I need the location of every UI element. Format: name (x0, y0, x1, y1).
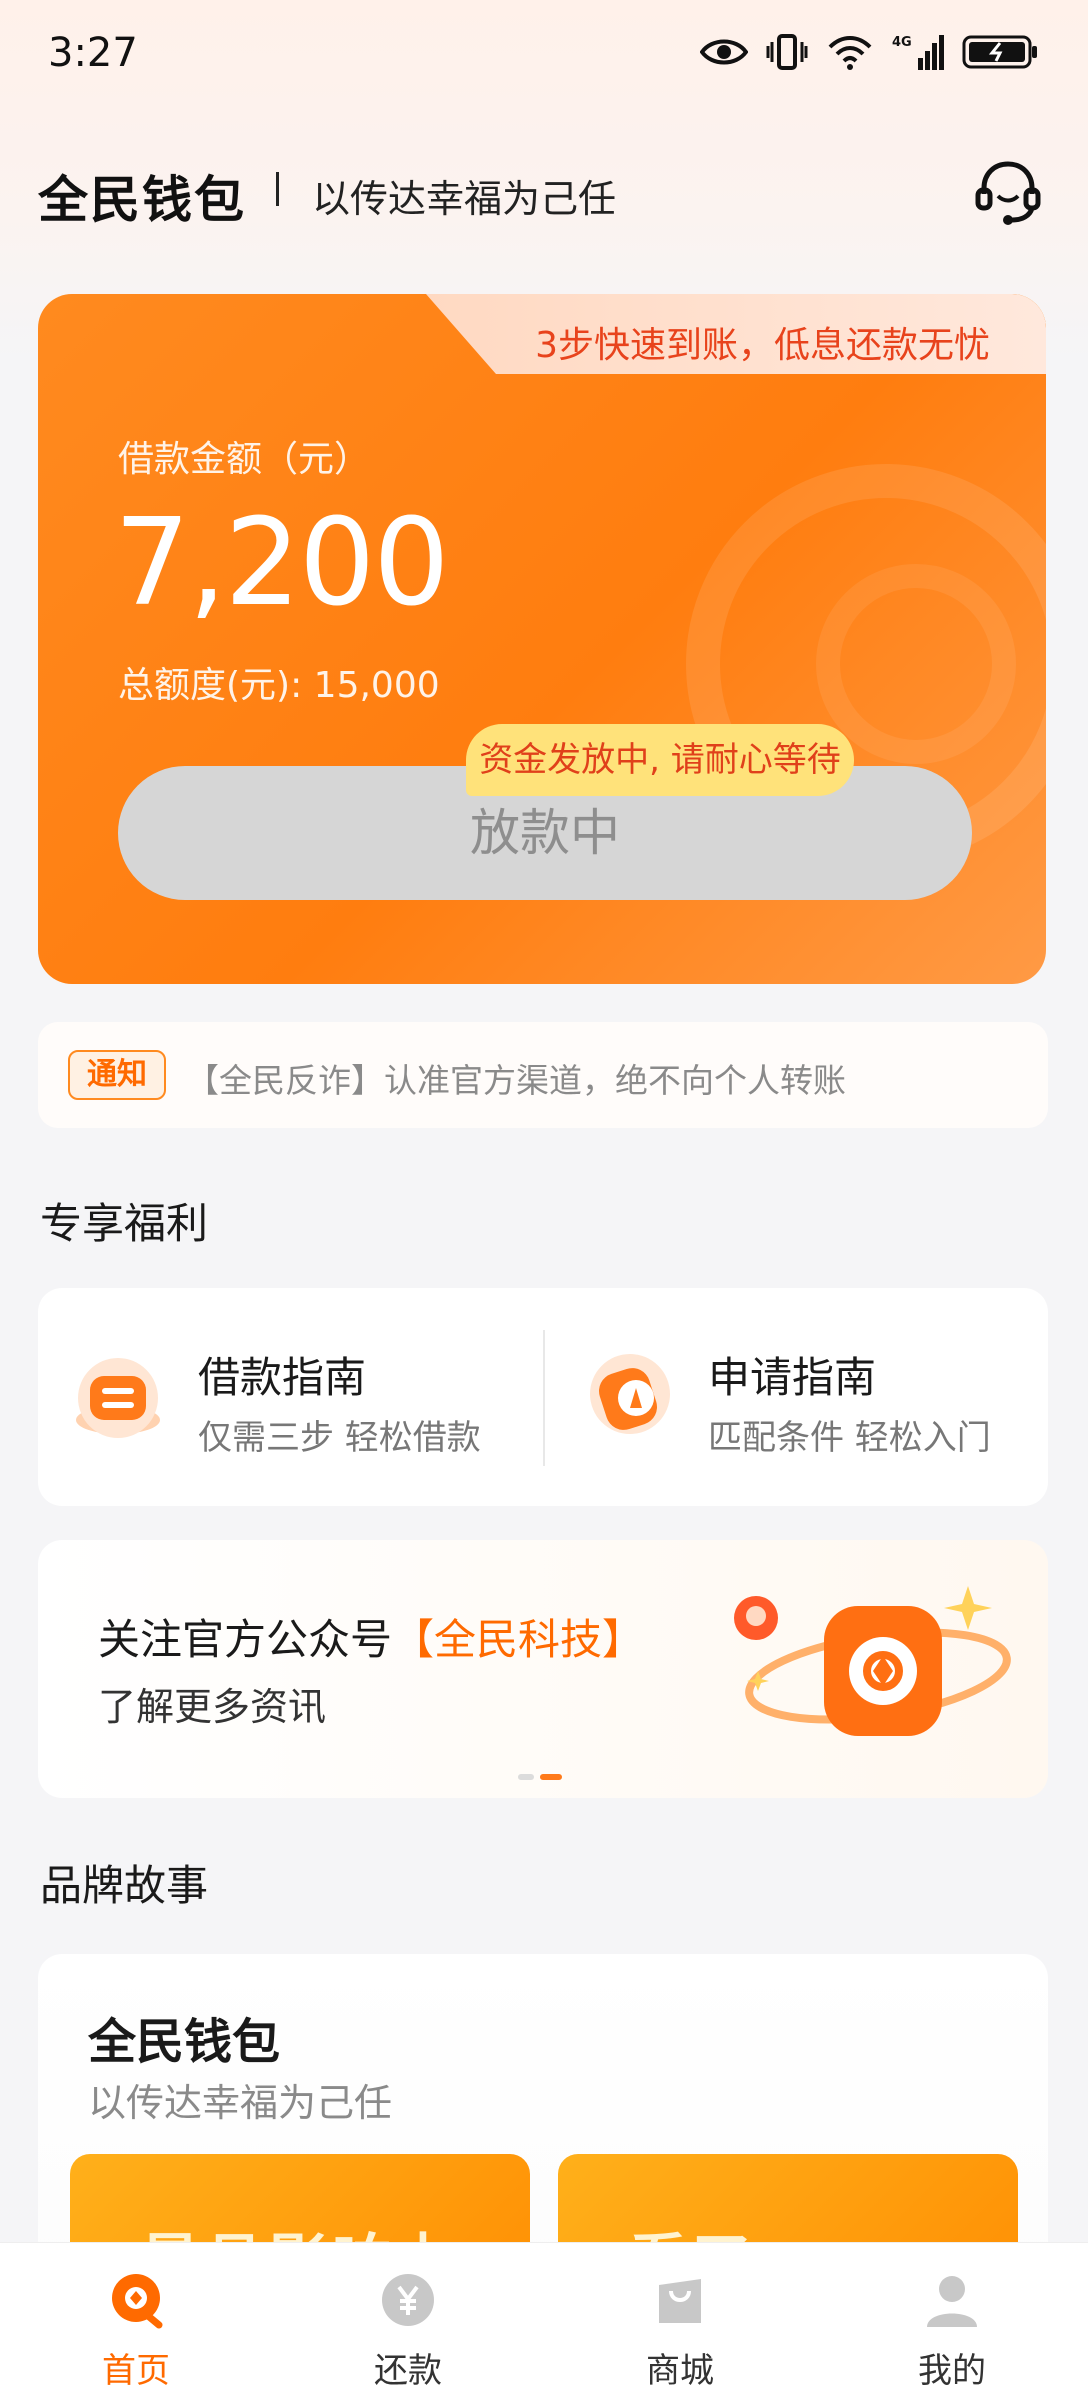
apply-guide-subtitle: 匹配条件 轻松入门 (708, 1418, 991, 1458)
banner-pagination (518, 1774, 562, 1780)
loan-guide-subtitle: 仅需三步 轻松借款 (198, 1418, 481, 1458)
shopping-bag-icon (651, 2271, 709, 2329)
pagination-dot (518, 1774, 534, 1780)
notice-bar[interactable]: 通知 【全民反诈】认准官方渠道，绝不向个人转账 (38, 1022, 1048, 1128)
signal-4g-icon: 4G (892, 30, 944, 74)
wifi-icon (826, 30, 874, 74)
status-icons: 4G (700, 30, 1038, 74)
loan-amount-label: 借款金额（元） (118, 439, 371, 480)
brand-slogan: 以传达幸福为己任 (312, 177, 617, 221)
home-q-icon (107, 2271, 165, 2329)
brand-story-title: 全民钱包 (88, 2014, 281, 2070)
brand-story-section-title: 品牌故事 (40, 1861, 209, 1910)
pagination-dot-active (540, 1774, 562, 1780)
loan-amount-value: 7,200 (114, 494, 450, 633)
coin-decoration-inner (816, 564, 1016, 764)
loan-card: 3步快速到账，低息还款无忧 借款金额（元） 7,200 总额度(元): 15,0… (38, 294, 1046, 984)
banner-title-highlight: 【全民科技】 (392, 1615, 645, 1664)
nav-repay[interactable]: 还款 (272, 2243, 544, 2400)
loan-guide-item[interactable]: 借款指南 仅需三步 轻松借款 (38, 1288, 538, 1506)
status-time: 3:27 (48, 30, 138, 76)
nav-home-label: 首页 (102, 2351, 170, 2391)
banner-subtitle: 了解更多资讯 (98, 1685, 327, 1729)
loan-guide-title: 借款指南 (198, 1353, 367, 1402)
battery-icon (962, 30, 1038, 74)
nav-mine[interactable]: 我的 (816, 2243, 1088, 2400)
card-promo-text: 3步快速到账，低息还款无忧 (535, 325, 990, 366)
headset-icon (972, 161, 1044, 232)
banner-title: 关注官方公众号【全民科技】 (98, 1606, 644, 1667)
benefits-section-title: 专享福利 (40, 1199, 209, 1248)
svg-text:4G: 4G (892, 35, 912, 50)
nav-home[interactable]: 首页 (0, 2243, 272, 2400)
loan-guide-icon (68, 1348, 168, 1448)
nav-mine-label: 我的 (918, 2351, 986, 2391)
yuan-icon (379, 2271, 437, 2329)
official-account-banner[interactable]: 关注官方公众号【全民科技】 了解更多资讯 (38, 1540, 1048, 1798)
brand-logo: 全民钱包 (38, 171, 246, 229)
brand-story-subtitle: 以传达幸福为己任 (88, 2081, 393, 2125)
bottom-nav: 首页 还款 商城 我的 (0, 2242, 1088, 2400)
apply-guide-item[interactable]: 申请指南 匹配条件 轻松入门 (548, 1288, 1048, 1506)
notice-text: 【全民反诈】认准官方渠道，绝不向个人转账 (186, 1061, 846, 1100)
nav-mall-label: 商城 (646, 2351, 714, 2391)
compass-icon (578, 1348, 678, 1448)
eye-icon (700, 30, 748, 74)
brand-divider (276, 172, 279, 206)
guide-divider (543, 1330, 545, 1466)
customer-service-button[interactable] (972, 156, 1044, 228)
app-logo-illustration (728, 1576, 1018, 1776)
nav-mall[interactable]: 商城 (544, 2243, 816, 2400)
status-bar: 3:27 4G (0, 0, 1088, 110)
guide-card: 借款指南 仅需三步 轻松借款 申请指南 匹配条件 轻松入门 (38, 1288, 1048, 1506)
user-icon (923, 2271, 981, 2329)
total-credit-limit: 总额度(元): 15,000 (118, 665, 440, 706)
apply-guide-title: 申请指南 (708, 1353, 877, 1402)
nav-repay-label: 还款 (374, 2351, 442, 2391)
vibrate-icon (766, 30, 808, 74)
disbursement-status-bubble: 资金发放中, 请耐心等待 (466, 724, 854, 796)
notice-tag: 通知 (68, 1050, 166, 1100)
banner-title-prefix: 关注官方公众号 (98, 1615, 393, 1664)
